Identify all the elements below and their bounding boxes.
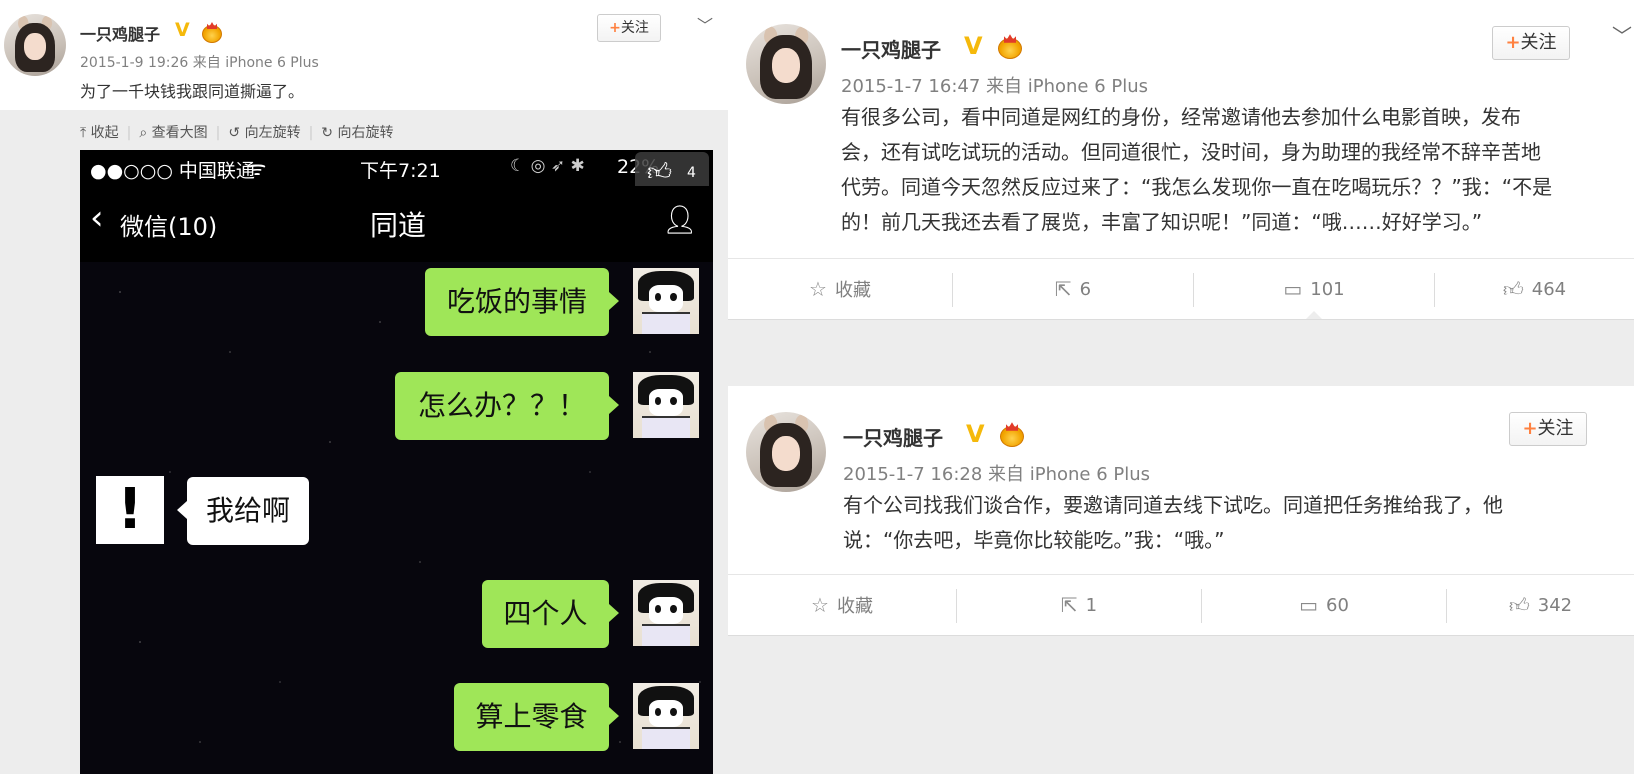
rotate-left-icon: ↺: [228, 125, 241, 141]
post-meta: 2015-1-7 16:28 来自 iPhone 6 Plus: [843, 464, 1151, 485]
search-icon: ⌕: [139, 125, 148, 141]
verified-icon: V: [966, 420, 985, 448]
weibo-post-2: 一只鸡腿子 V 2015-1-7 16:28 来自 iPhone 6 Plus …: [728, 386, 1634, 574]
star-icon: ☆: [809, 277, 827, 301]
thumb-up-icon: 👍︎: [1502, 276, 1524, 301]
collect-button[interactable]: ☆ 收藏: [728, 259, 952, 319]
self-avatar: [633, 580, 699, 646]
star-icon: ☆: [811, 593, 829, 617]
carrier: ●●○○○ 中国联通: [90, 160, 255, 182]
comment-button[interactable]: ▭ 101: [1194, 259, 1434, 319]
follow-button[interactable]: +关注: [597, 14, 661, 42]
chat-screenshot[interactable]: ●●○○○ 中国联通 ᯤ 下午7:21 ☾ ◎ ➶ ✱ 22% 👍︎ 4 ‹ 微…: [80, 150, 713, 774]
chevron-down-icon[interactable]: ﹀: [1612, 20, 1632, 49]
plus-icon: +: [609, 20, 621, 36]
thumb-up-icon: 👍︎: [647, 158, 673, 186]
action-bar-2: ☆ 收藏 ⇱ 1 ▭ 60 👍︎ 342: [728, 574, 1634, 636]
post-text: 有很多公司，看中同道是网红的身份，经常邀请他去参加什么电影首映，发布 会，还有试…: [841, 105, 1553, 234]
image-like-count: 4: [687, 165, 696, 181]
repost-button[interactable]: ⇱ 1: [957, 575, 1201, 635]
status-icons: ☾ ◎ ➶ ✱: [510, 156, 585, 176]
chat-title: 同道: [370, 209, 427, 242]
like-button[interactable]: 👍︎ 342: [1447, 575, 1634, 635]
post-text: 有个公司找我们谈合作，要邀请同道去线下试吃。同道把任务推给我了，他 说：“你去吧…: [843, 493, 1503, 552]
crown-icon: [202, 25, 222, 43]
exclamation-icon: !: [117, 477, 143, 542]
chevron-down-icon[interactable]: ﹀: [697, 12, 713, 36]
repost-button[interactable]: ⇱ 6: [953, 259, 1193, 319]
collapse-button[interactable]: ⤒ 收起: [80, 125, 119, 141]
like-button[interactable]: 👍︎ 464: [1435, 259, 1634, 319]
post-text: 为了一千块钱我跟同道撕逼了。: [80, 82, 305, 101]
plus-icon: +: [1505, 32, 1521, 53]
back-label[interactable]: 微信(10): [120, 207, 217, 242]
left-weibo-post: 一只鸡腿子 V 2015-1-9 19:26 来自 iPhone 6 Plus …: [0, 0, 728, 774]
comment-button[interactable]: ▭ 60: [1202, 575, 1446, 635]
left-post-header: 一只鸡腿子 V 2015-1-9 19:26 来自 iPhone 6 Plus …: [0, 0, 728, 110]
post-meta: 2015-1-9 19:26 来自 iPhone 6 Plus: [80, 55, 319, 71]
repost-icon: ⇱: [1060, 593, 1078, 617]
chat-nav-bar: ‹ 微信(10) 同道 👤︎: [80, 186, 713, 262]
avatar[interactable]: [746, 412, 826, 492]
wifi-icon: ᯤ: [248, 156, 267, 180]
rotate-right-icon: ↻: [321, 125, 334, 141]
view-large-button[interactable]: ⌕ 查看大图: [139, 125, 207, 141]
rotate-right-button[interactable]: ↻ 向右旋转: [321, 125, 393, 141]
comment-caret: [1306, 311, 1322, 319]
thumb-up-icon: 👍︎: [1508, 592, 1530, 617]
rotate-left-button[interactable]: ↺ 向左旋转: [228, 125, 300, 141]
username[interactable]: 一只鸡腿子: [841, 34, 941, 63]
self-avatar: [633, 268, 699, 334]
message-bubble: 吃饭的事情: [425, 268, 619, 336]
follow-button[interactable]: +关注: [1509, 412, 1587, 446]
collect-button[interactable]: ☆ 收藏: [728, 575, 956, 635]
verified-icon: V: [175, 19, 190, 41]
username[interactable]: 一只鸡腿子: [80, 21, 160, 45]
self-avatar: [633, 372, 699, 438]
self-avatar: [633, 683, 699, 749]
contact-icon[interactable]: 👤︎: [662, 203, 698, 236]
image-toolbar: ⤒ 收起 | ⌕ 查看大图 | ↺ 向左旋转 | ↻ 向右旋转: [80, 125, 394, 141]
repost-icon: ⇱: [1054, 277, 1072, 301]
crown-icon: [998, 38, 1022, 59]
post-meta: 2015-1-7 16:47 来自 iPhone 6 Plus: [841, 76, 1149, 97]
follow-label: 关注: [620, 20, 649, 36]
message-bubble: 算上零食: [454, 683, 619, 751]
phone-time: 下午7:21: [360, 160, 441, 182]
other-avatar: !: [96, 476, 164, 544]
message-bubble: 四个人: [482, 580, 619, 648]
chat-area: 吃饭的事情 怎么办？？！ ! 我给啊 四个人 算上零食: [80, 262, 713, 774]
username[interactable]: 一只鸡腿子: [843, 422, 943, 451]
plus-icon: +: [1522, 418, 1538, 439]
back-chevron-icon[interactable]: ‹: [90, 198, 104, 238]
comment-icon: ▭: [1283, 277, 1303, 301]
message-bubble: 怎么办？？！: [395, 372, 619, 440]
comment-icon: ▭: [1299, 593, 1318, 617]
follow-label: 关注: [1520, 32, 1557, 53]
weibo-post-1: 一只鸡腿子 V 2015-1-7 16:47 来自 iPhone 6 Plus …: [728, 0, 1634, 258]
avatar[interactable]: [746, 24, 826, 104]
action-bar-1: ☆ 收藏 ⇱ 6 ▭ 101 👍︎ 464: [728, 258, 1634, 320]
message-bubble: 我给啊: [177, 477, 309, 545]
avatar[interactable]: [4, 14, 66, 76]
follow-label: 关注: [1537, 418, 1574, 439]
verified-icon: V: [964, 32, 983, 60]
crown-icon: [1000, 426, 1024, 447]
collapse-icon: ⤒: [80, 125, 87, 141]
phone-status-bar: ●●○○○ 中国联通 ᯤ 下午7:21 ☾ ◎ ➶ ✱ 22%: [80, 150, 713, 186]
follow-button[interactable]: +关注: [1492, 26, 1570, 60]
